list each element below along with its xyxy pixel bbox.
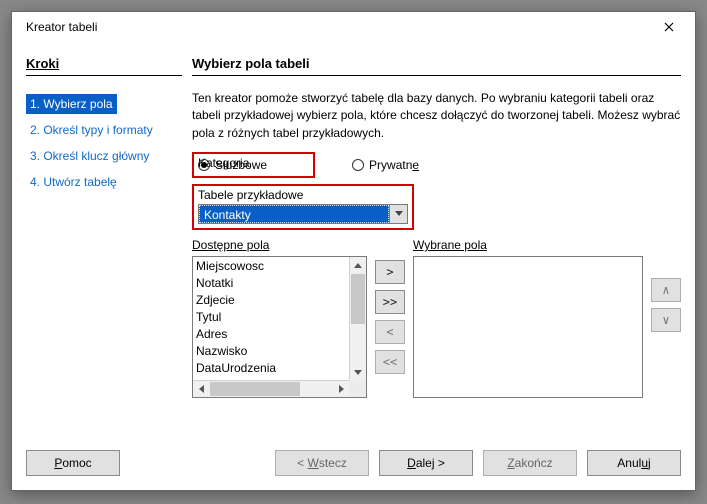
content-area: Kroki 1. Wybierz pola 2. Określ typy i f… (12, 42, 695, 436)
scrollbar-vertical[interactable] (349, 257, 366, 380)
scroll-down-button[interactable] (350, 363, 366, 380)
chevron-down-icon (395, 211, 403, 217)
main-panel: Wybierz pola tabeli Ten kreator pomoże s… (192, 42, 681, 436)
list-item[interactable]: Nazwisko (196, 343, 363, 360)
sample-tables-dropdown[interactable]: Kontakty (198, 204, 408, 224)
step-4[interactable]: 4. Utwórz tabelę (26, 172, 121, 192)
move-up-button: ∧ (651, 278, 681, 302)
finish-button: Zakończ (483, 450, 577, 476)
close-icon (664, 22, 674, 32)
cancel-button[interactable]: Anuluj (587, 450, 681, 476)
scroll-hthumb[interactable] (210, 382, 300, 396)
scrollbar-horizontal[interactable] (193, 380, 366, 397)
scroll-corner (349, 380, 366, 397)
order-buttons: ∧ ∨ (651, 238, 681, 332)
list-item[interactable]: Zdjecie (196, 292, 363, 309)
list-item[interactable]: Notatki (196, 275, 363, 292)
description-text: Ten kreator pomoże stworzyć tabelę dla b… (192, 90, 681, 142)
step-3[interactable]: 3. Określ klucz główny (26, 146, 153, 166)
sample-tables-label: Tabele przykładowe (198, 188, 408, 202)
radio-private-label: Prywatne (369, 158, 419, 172)
steps-heading: Kroki (26, 56, 182, 76)
scroll-up-button[interactable] (350, 257, 366, 274)
radio-business-label: Służbowe (215, 158, 267, 172)
scroll-thumb[interactable] (351, 274, 365, 324)
available-listbox[interactable]: Miejscowosc Notatki Zdjecie Tytul Adres … (192, 256, 367, 398)
list-item[interactable]: DataUrodzenia (196, 360, 363, 377)
remove-all-button: << (375, 350, 405, 374)
available-label: Dostępne pola (192, 238, 367, 252)
radio-private[interactable]: Prywatne (352, 158, 419, 172)
list-item[interactable]: Miejscowosc (196, 258, 363, 275)
scroll-left-button[interactable] (193, 381, 210, 397)
fields-row: Dostępne pola Miejscowosc Notatki Zdjeci… (192, 238, 681, 398)
wizard-footer: Pomoc < Wstecz Dalej > Zakończ Anuluj (12, 436, 695, 490)
page-title: Wybierz pola tabeli (192, 56, 681, 76)
titlebar: Kreator tabeli (12, 12, 695, 42)
selected-label: Wybrane pola (413, 238, 643, 252)
step-2[interactable]: 2. Określ typy i formaty (26, 120, 157, 140)
move-down-button: ∨ (651, 308, 681, 332)
remove-button: < (375, 320, 405, 344)
selected-column: Wybrane pola (413, 238, 643, 398)
list-item[interactable]: Tytul (196, 309, 363, 326)
window-title: Kreator tabeli (26, 20, 649, 34)
sample-tables-group: Tabele przykładowe Kontakty (192, 184, 414, 230)
step-1[interactable]: 1. Wybierz pola (26, 94, 117, 114)
dropdown-button[interactable] (389, 205, 407, 223)
steps-sidebar: Kroki 1. Wybierz pola 2. Określ typy i f… (26, 42, 182, 436)
radio-business[interactable]: Służbowe (198, 158, 267, 172)
scroll-right-button[interactable] (332, 381, 349, 397)
transfer-buttons: > >> < << (375, 238, 405, 374)
selected-listbox[interactable] (413, 256, 643, 398)
radio-icon (352, 159, 364, 171)
help-button[interactable]: Pomoc (26, 450, 120, 476)
radio-icon (198, 159, 210, 171)
back-button: < Wstecz (275, 450, 369, 476)
list-item[interactable]: Adres (196, 326, 363, 343)
dropdown-value: Kontakty (199, 205, 389, 223)
category-radios: Służbowe Prywatne (192, 158, 681, 172)
next-button[interactable]: Dalej > (379, 450, 473, 476)
available-column: Dostępne pola Miejscowosc Notatki Zdjeci… (192, 238, 367, 398)
add-all-button[interactable]: >> (375, 290, 405, 314)
wizard-window: Kreator tabeli Kroki 1. Wybierz pola 2. … (11, 11, 696, 491)
add-button[interactable]: > (375, 260, 405, 284)
close-button[interactable] (649, 15, 689, 39)
